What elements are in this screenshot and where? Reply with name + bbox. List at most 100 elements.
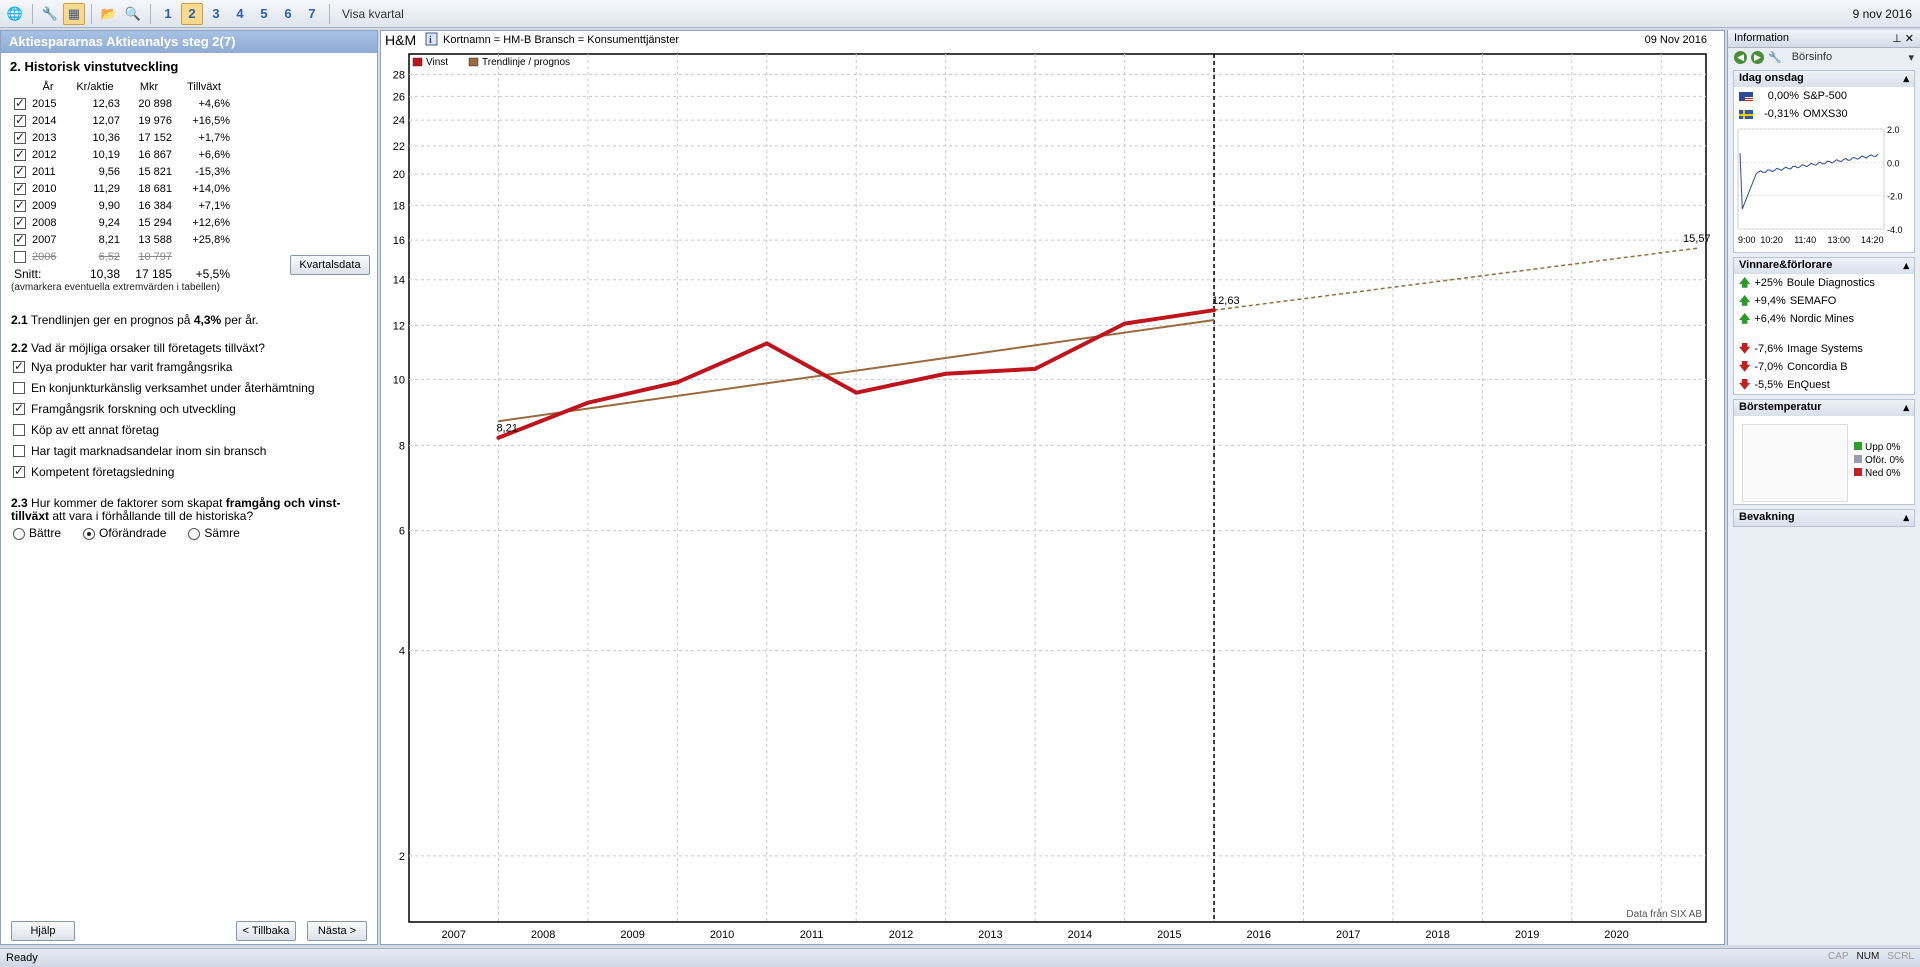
question-2-3: 2.3 Hur kommer de faktorer som skapat fr… [11,496,341,523]
radio-button[interactable] [188,527,201,540]
row-checkbox[interactable] [14,147,26,161]
step-7-button[interactable]: 7 [301,6,323,21]
outlook-radio-option[interactable]: Sämre [188,526,240,540]
print-preview-icon[interactable]: 🔍 [122,3,144,25]
mini-y-tick: -2.0 [1887,192,1903,202]
step-5-button[interactable]: 5 [253,6,275,21]
index-row[interactable]: -0,31% OMXS30 [1734,105,1914,123]
step-3-button[interactable]: 3 [205,6,227,21]
reason-checkbox[interactable] [13,445,25,457]
x-tick-label: 2016 [1247,929,1271,941]
radio-button[interactable] [83,527,96,540]
step-4-button[interactable]: 4 [229,6,251,21]
row-year: 2009 [32,199,57,212]
company-name: H&M [385,32,416,48]
chevron-down-icon[interactable]: ▾ [1908,51,1914,64]
reason-option[interactable]: Köp av ett annat företag [13,421,377,439]
row-kr: 10,19 [92,148,120,161]
kvartalsdata-button[interactable]: Kvartalsdata [290,255,370,275]
stock-name: EnQuest [1787,379,1830,391]
reason-checkbox[interactable] [13,424,25,436]
x-tick-label: 2013 [978,929,1002,941]
reason-option[interactable]: Kompetent företagsledning [13,463,377,481]
wrench-icon[interactable]: 🔧 [39,3,61,25]
collapse-icon[interactable]: ▴ [1903,72,1909,86]
forward-circle-icon[interactable]: ▶ [1751,50,1764,64]
row-checkbox[interactable] [14,130,26,144]
radio-button[interactable] [13,527,25,540]
collapse-icon[interactable]: ▴ [1903,401,1909,415]
information-panel: Information ⊥ ✕ ◀ ▶ 🔧 Börsinfo ▾ Idag on… [1727,30,1920,945]
globe-icon[interactable]: 🌐 [4,3,26,25]
row-checkbox[interactable] [14,181,26,195]
mini-x-tick: 9:00 [1738,235,1756,245]
row-mkr: 17 152 [138,131,172,144]
x-tick-label: 2009 [620,929,644,941]
reason-option[interactable]: En konjunkturkänslig verksamhet under åt… [13,379,377,397]
visa-kvartal-button[interactable]: Visa kvartal [342,7,404,21]
help-button[interactable]: Hjälp [11,921,75,941]
company-info: Kortnamn = HM-B Bransch = Konsumenttjäns… [443,34,679,46]
analysis-panel: Aktiespararnas Aktieanalys steg 2(7) 2. … [0,30,378,945]
row-year: 2012 [32,148,57,161]
index-change: -0,31% [1764,108,1799,120]
back-circle-icon[interactable]: ◀ [1734,50,1747,64]
legend-label: Trendlinje / prognos [482,57,570,68]
reason-checkbox[interactable] [13,382,25,394]
row-checkbox[interactable] [14,164,26,178]
row-growth: +12,6% [192,216,230,229]
borsinfo-dropdown[interactable]: Börsinfo [1792,51,1832,63]
row-checkbox[interactable] [14,198,26,212]
pin-icon[interactable]: ⊥ [1892,33,1902,45]
table-row: 2008 9,24 15 294 +12,6% [11,214,233,231]
y-tick-label: 6 [399,526,405,538]
table-row: 2014 12,07 19 976 +16,5% [11,112,233,129]
analysis-icon[interactable]: ▦ [63,2,85,25]
index-row[interactable]: 0,00% S&P-500 [1734,87,1914,105]
y-tick-label: 28 [393,69,405,81]
row-checkbox[interactable] [14,113,26,127]
reason-option[interactable]: Nya produkter har varit framgångsrika [13,358,377,376]
reason-checkbox[interactable] [13,401,25,415]
col-header-year: År [42,80,54,93]
next-button[interactable]: Nästa > [307,921,367,941]
information-header: Information ⊥ ✕ [1728,30,1920,48]
stock-row[interactable]: 🡅 +6,4% Nordic Mines [1734,310,1914,328]
stock-row[interactable]: 🡅 +9,4% SEMAFO [1734,292,1914,310]
legend-label: Upp 0% [1865,442,1901,453]
earnings-chart: H&M i Kortnamn = HM-B Bransch = Konsumentt… [385,32,1711,941]
wrench-icon[interactable]: 🔧 [1768,51,1782,64]
us-flag-icon [1739,91,1753,101]
reason-checkbox[interactable] [13,359,25,373]
stock-row[interactable]: 🡇 -5,5% EnQuest [1734,376,1914,394]
row-checkbox[interactable] [14,232,26,246]
plot-area [408,53,1707,923]
reason-option[interactable]: Framgångsrik forskning och utveckling [13,400,377,418]
row-year: 2007 [32,233,57,246]
step-2-button[interactable]: 2 [181,2,203,25]
reason-checkbox[interactable] [13,464,25,478]
open-folder-icon[interactable]: 📂 [98,3,120,25]
reason-option[interactable]: Har tagit marknadsandelar inom sin brans… [13,442,377,460]
reason-label: Kompetent företagsledning [31,465,175,479]
collapse-icon[interactable]: ▴ [1903,259,1909,273]
today-panel: Idag onsdag ▴ 0,00% S&P-500 -0,31% OMXS30 2.… [1733,70,1915,253]
step-6-button[interactable]: 6 [277,6,299,21]
back-button[interactable]: < Tillbaka [236,921,296,941]
row-checkbox[interactable] [14,250,26,263]
y-tick-label: 4 [399,646,405,658]
stock-row[interactable]: 🡇 -7,0% Concordia B [1734,358,1914,376]
row-mkr: 18 681 [138,182,172,195]
stock-row[interactable]: 🡇 -7,6% Image Systems [1734,340,1914,358]
row-checkbox[interactable] [14,215,26,229]
collapse-icon[interactable]: ▴ [1903,511,1909,525]
row-mkr: 15 294 [138,216,172,229]
close-icon[interactable]: ✕ [1905,33,1914,45]
outlook-radio-option[interactable]: Oförändrade [83,526,166,540]
market-temperature-title: Börstemperatur [1739,401,1822,413]
outlook-radio-option[interactable]: Bättre [13,526,61,540]
row-checkbox[interactable] [14,96,26,110]
step-1-button[interactable]: 1 [157,6,179,21]
stock-row[interactable]: 🡅 +25% Boule Diagnostics [1734,274,1914,292]
stock-name: Boule Diagnostics [1786,277,1875,289]
